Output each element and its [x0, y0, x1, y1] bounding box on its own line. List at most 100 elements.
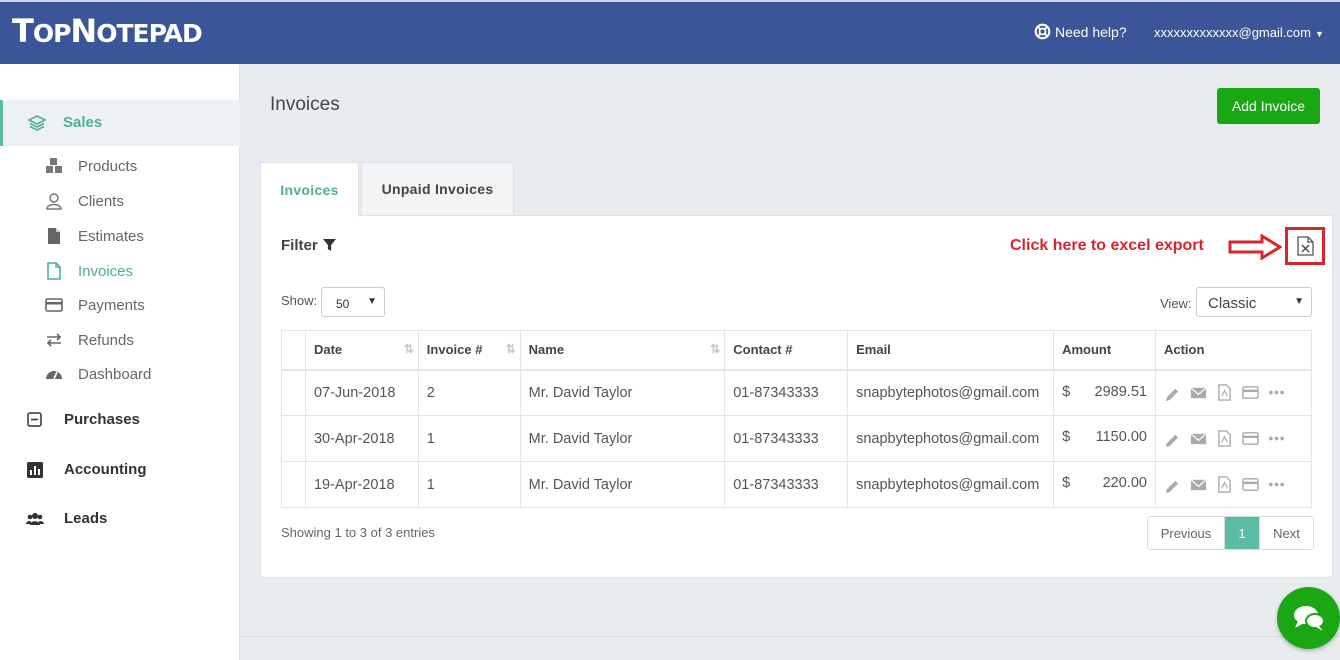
credit-card-icon[interactable] [1242, 476, 1259, 493]
excel-export-button[interactable] [1285, 227, 1325, 265]
sidebar-section-label: Sales [63, 114, 103, 131]
credit-card-icon[interactable] [1242, 430, 1259, 447]
page-title: Invoices [270, 94, 340, 115]
sidebar-section-label: Purchases [64, 411, 140, 428]
user-menu[interactable]: xxxxxxxxxxxxx@gmail.com ▼ [1154, 25, 1324, 40]
cell-date: 19-Apr-2018 [304, 461, 419, 508]
amount-value: 2989.51 [1094, 383, 1147, 400]
envelope-icon[interactable] [1190, 384, 1207, 401]
file-icon [48, 228, 60, 244]
cell-invoice-number: 1 [417, 461, 521, 508]
tab-invoices[interactable]: Invoices [260, 162, 359, 217]
top-navbar: TOPNOTEPAD Need help? xxxxxxxxxxxxx@gmai… [0, 0, 1340, 64]
sidebar-section-leads[interactable]: Leads [0, 502, 240, 534]
sidebar-item-dashboard[interactable]: Dashboard [0, 359, 240, 389]
column-header-name[interactable]: Name ⇅ [519, 330, 726, 371]
pagination: Previous 1 Next [1147, 516, 1314, 550]
pencil-icon[interactable] [1164, 384, 1181, 402]
column-header-invoice[interactable]: Invoice # ⇅ [417, 330, 521, 371]
funnel-icon [322, 239, 336, 251]
cell-amount: $2989.51 [1053, 369, 1156, 416]
row-select-cell[interactable] [281, 369, 306, 416]
sidebar-item-invoices[interactable]: Invoices [0, 256, 240, 286]
currency-symbol: $ [1062, 475, 1071, 491]
show-entries-label: Show: [281, 293, 318, 308]
view-select[interactable]: Classic ▼ [1196, 287, 1312, 317]
sidebar-item-clients[interactable]: Clients [0, 186, 240, 216]
more-dots-icon[interactable] [1268, 476, 1285, 493]
exchange-icon [46, 333, 62, 347]
tab-unpaid-invoices[interactable]: Unpaid Invoices [361, 162, 514, 216]
currency-symbol: $ [1062, 383, 1071, 400]
cell-email: snapbytephotos@gmail.com [847, 415, 1055, 462]
currency-symbol: $ [1062, 429, 1071, 445]
more-dots-icon[interactable] [1268, 384, 1285, 401]
sidebar-item-products[interactable]: Products [0, 151, 240, 181]
page-size-select[interactable]: 50 ▼ [321, 287, 385, 317]
filter-label: Filter [281, 237, 318, 254]
previous-page-button[interactable]: Previous [1148, 517, 1225, 549]
brand-logo[interactable]: TOPNOTEPAD [12, 12, 203, 50]
sidebar-item-label: Payments [78, 297, 145, 314]
sidebar-section-label: Accounting [64, 461, 147, 478]
envelope-icon[interactable] [1190, 476, 1207, 493]
need-help-link[interactable]: Need help? [1034, 23, 1127, 40]
sidebar-section-purchases[interactable]: Purchases [0, 403, 240, 435]
view-label: View: [1160, 296, 1192, 311]
cell-actions [1154, 369, 1313, 416]
next-page-button[interactable]: Next [1259, 517, 1313, 549]
cell-amount: $220.00 [1053, 461, 1156, 508]
cubes-icon [46, 158, 62, 173]
sidebar-section-accounting[interactable]: Accounting [0, 453, 240, 485]
pdf-icon[interactable] [1216, 476, 1233, 493]
envelope-icon[interactable] [1190, 430, 1207, 447]
pdf-icon[interactable] [1216, 430, 1233, 447]
sidebar-item-estimates[interactable]: Estimates [0, 221, 240, 251]
cell-name: Mr. David Taylor [519, 461, 726, 508]
pencil-icon[interactable] [1164, 476, 1181, 493]
sidebar-item-refunds[interactable]: Refunds [0, 325, 240, 355]
minus-square-icon [27, 412, 42, 427]
gauge-icon [46, 371, 62, 380]
live-chat-button[interactable] [1277, 587, 1340, 649]
table-row[interactable]: 07-Jun-2018 2 Mr. David Taylor 01-87343333 s… [281, 369, 1313, 416]
layers-icon [27, 115, 47, 131]
caret-down-icon: ▼ [367, 296, 377, 307]
caret-down-icon: ▼ [1314, 29, 1324, 39]
sidebar-item-label: Invoices [78, 263, 134, 280]
sort-icon: ⇅ [403, 342, 414, 356]
users-icon [26, 513, 44, 525]
cell-date: 07-Jun-2018 [304, 369, 419, 416]
sidebar-item-label: Clients [78, 193, 124, 210]
user-icon [46, 193, 62, 210]
view-value: Classic [1208, 295, 1257, 312]
excel-file-icon [1296, 236, 1314, 256]
cell-actions [1154, 461, 1313, 508]
invoices-table: Date ⇅ Invoice # ⇅ Name ⇅ Contact # Email A… [281, 330, 1313, 508]
filter-toggle[interactable]: Filter [281, 237, 336, 254]
table-row[interactable]: 19-Apr-2018 1 Mr. David Taylor 01-87343333 s… [281, 461, 1313, 508]
sidebar-item-label: Dashboard [78, 366, 152, 383]
caret-down-icon: ▼ [1294, 296, 1304, 307]
add-invoice-button[interactable]: Add Invoice [1217, 88, 1320, 124]
table-row[interactable]: 30-Apr-2018 1 Mr. David Taylor 01-87343333 s… [281, 415, 1313, 462]
sidebar-item-payments[interactable]: Payments [0, 290, 240, 320]
row-select-cell[interactable] [281, 461, 306, 508]
sidebar: Sales Products Clients Estimates Invoice… [0, 64, 240, 660]
pdf-icon[interactable] [1216, 384, 1233, 401]
column-header-date[interactable]: Date ⇅ [304, 330, 419, 371]
divider [241, 636, 1340, 637]
row-select-cell[interactable] [281, 415, 306, 462]
sidebar-section-sales[interactable]: Sales [0, 100, 240, 146]
cell-name: Mr. David Taylor [519, 369, 726, 416]
pencil-icon[interactable] [1164, 430, 1181, 447]
file-outline-icon [47, 262, 61, 280]
credit-card-icon [45, 298, 63, 312]
more-dots-icon[interactable] [1268, 430, 1285, 447]
page-1-button[interactable]: 1 [1225, 517, 1259, 549]
cell-invoice-number: 2 [417, 369, 521, 416]
table-header-row: Date ⇅ Invoice # ⇅ Name ⇅ Contact # Email A… [281, 330, 1313, 371]
column-header-action: Action [1154, 330, 1313, 371]
user-email: xxxxxxxxxxxxx@gmail.com [1154, 25, 1311, 40]
credit-card-icon[interactable] [1242, 384, 1259, 401]
